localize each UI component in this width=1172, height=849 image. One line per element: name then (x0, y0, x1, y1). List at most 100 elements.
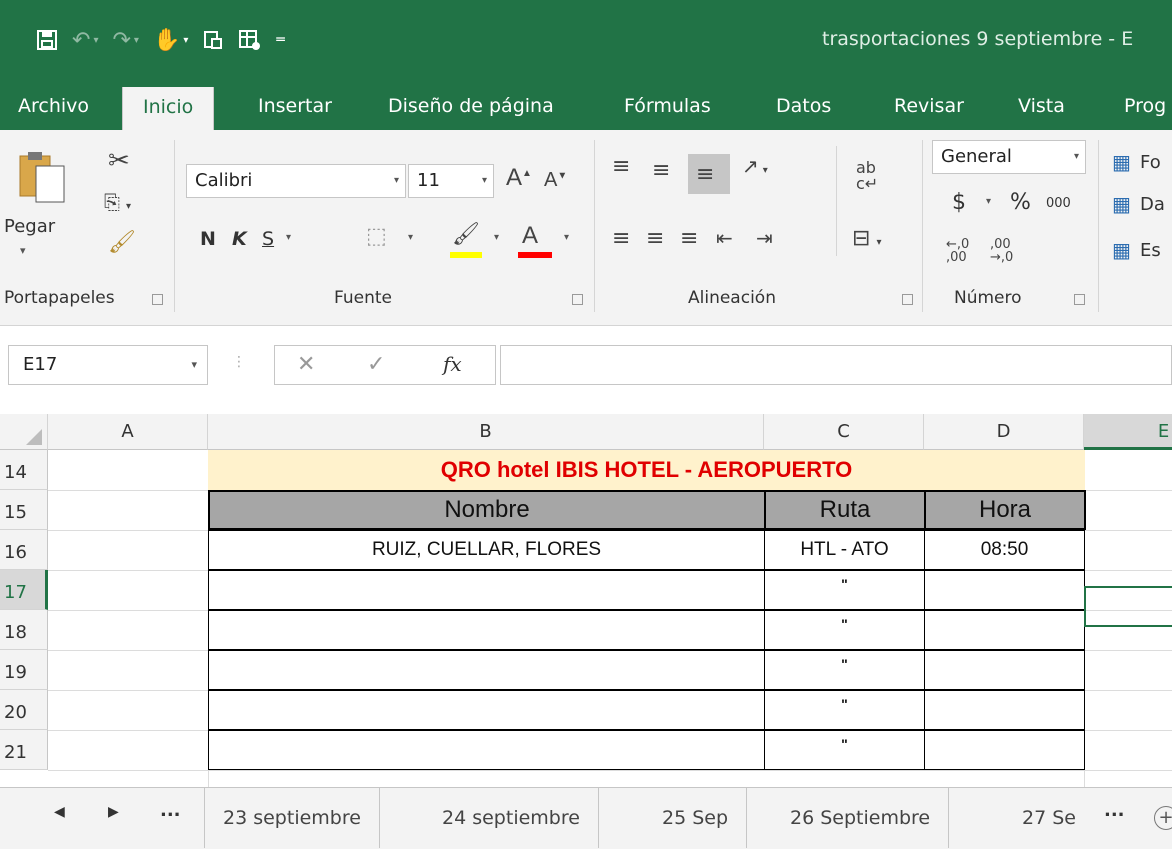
tab-vista[interactable]: Vista (1018, 84, 1065, 130)
cut-icon[interactable]: ✂ (108, 148, 130, 174)
tab-insertar[interactable]: Insertar (258, 84, 332, 130)
decrease-decimal-icon[interactable]: ,00 →,0 (990, 238, 1013, 264)
cell-d20[interactable] (924, 690, 1085, 730)
more-sheets-right[interactable]: ... (1104, 800, 1125, 821)
scroll-right-icon[interactable]: ▶ (108, 804, 119, 820)
column-header-c[interactable]: C (764, 414, 924, 450)
copy-icon[interactable]: ⎘ ▾ (104, 192, 131, 212)
undo-icon[interactable]: ↶ ▾ (72, 28, 98, 53)
align-middle-icon[interactable]: ≡ (652, 160, 670, 182)
sheet-tab-24-septiembre[interactable]: 24 septiembre (424, 788, 599, 848)
cell-c20[interactable]: " (764, 690, 925, 730)
scroll-left-icon[interactable]: ◀ (54, 804, 65, 820)
align-top-icon[interactable]: ≡ (612, 156, 630, 178)
row-header-15[interactable]: 15 (0, 490, 48, 530)
wrap-text-icon[interactable]: ab c↵ (856, 160, 878, 192)
touch-mode-icon[interactable]: ✋ ▾ (153, 28, 188, 53)
chevron-down-icon[interactable]: ▾ (286, 232, 291, 243)
row-header-18[interactable]: 18 (0, 610, 48, 650)
tab-diseno-de-pagina[interactable]: Diseño de página (388, 84, 554, 130)
more-sheets-left[interactable]: ... (160, 800, 181, 821)
orientation-icon[interactable]: ↗ ▾ (742, 156, 768, 176)
custom-icon[interactable] (238, 29, 262, 51)
bold-button[interactable]: N (200, 228, 216, 250)
grow-font-icon[interactable]: A▲ (506, 166, 532, 190)
cell-b21[interactable] (208, 730, 765, 770)
name-box[interactable]: E17 ▾ (8, 345, 208, 385)
increase-decimal-icon[interactable]: ←,0,00 (946, 238, 969, 264)
print-preview-icon[interactable] (202, 29, 224, 51)
tab-inicio[interactable]: Inicio (122, 87, 215, 130)
font-name-combo[interactable]: Calibri ▾ (186, 164, 406, 198)
tab-programador[interactable]: Prog (1124, 84, 1166, 130)
cell-c17[interactable]: " (764, 570, 925, 610)
tab-datos[interactable]: Datos (776, 84, 831, 130)
cell-d18[interactable] (924, 610, 1085, 650)
chevron-down-icon[interactable]: ▾ (986, 196, 991, 207)
sheet-tab-23-septiembre[interactable]: 23 septiembre (204, 788, 380, 848)
cell-b16[interactable]: RUIZ, CUELLAR, FLORES (208, 530, 765, 570)
borders-icon[interactable]: ⬚ (366, 226, 387, 248)
header-cell-ruta[interactable]: Ruta (764, 490, 926, 530)
align-right-icon[interactable]: ≡ (680, 228, 698, 250)
tab-revisar[interactable]: Revisar (894, 84, 964, 130)
cell-styles-label[interactable]: Es (1140, 240, 1161, 261)
redo-icon[interactable]: ↷ ▾ (112, 28, 138, 53)
row-header-20[interactable]: 20 (0, 690, 48, 730)
sheet-tab-25-sep[interactable]: 25 Sep (644, 788, 748, 848)
decrease-indent-icon[interactable]: ⇤ (716, 228, 733, 248)
save-icon[interactable] (36, 29, 58, 51)
row-header-19[interactable]: 19 (0, 650, 48, 690)
font-launcher-icon[interactable] (572, 294, 583, 305)
row-header-16[interactable]: 16 (0, 530, 48, 570)
cell-d21[interactable] (924, 730, 1085, 770)
row-header-17[interactable]: 17 (0, 570, 48, 610)
cell-b18[interactable] (208, 610, 765, 650)
cancel-icon[interactable]: ✕ (297, 352, 315, 377)
column-header-e[interactable]: E (1084, 414, 1172, 450)
tab-formulas[interactable]: Fórmulas (624, 84, 711, 130)
align-left-icon[interactable]: ≡ (612, 228, 630, 250)
sheet-title-cell[interactable]: QRO hotel IBIS HOTEL - AEROPUERTO (208, 450, 1085, 490)
cell-c16[interactable]: HTL - ATO (764, 530, 925, 570)
sheet-tab-27-se[interactable]: 27 Se (1004, 788, 1076, 848)
increase-indent-icon[interactable]: ⇥ (756, 228, 773, 248)
column-header-a[interactable]: A (48, 414, 208, 450)
column-header-b[interactable]: B (208, 414, 764, 450)
format-table-label[interactable]: Da (1140, 194, 1165, 215)
align-center-icon[interactable]: ≡ (646, 228, 664, 250)
tab-archivo[interactable]: Archivo (18, 84, 89, 130)
underline-button[interactable]: S (262, 228, 274, 250)
select-all-button[interactable] (0, 414, 48, 450)
merge-center-icon[interactable]: ⊟ ▾ (852, 228, 881, 250)
row-header-21[interactable]: 21 (0, 730, 48, 770)
enter-icon[interactable]: ✓ (367, 352, 385, 377)
format-table-icon[interactable]: ▦ (1112, 194, 1131, 214)
cell-d17[interactable] (924, 570, 1085, 610)
cell-b17[interactable] (208, 570, 765, 610)
add-sheet-button[interactable]: + (1154, 806, 1172, 830)
italic-button[interactable]: K (232, 228, 247, 250)
font-color-icon[interactable]: A (522, 224, 538, 248)
cell-styles-icon[interactable]: ▦ (1112, 240, 1131, 260)
chevron-down-icon[interactable]: ▾ (408, 232, 413, 243)
cell-b20[interactable] (208, 690, 765, 730)
cell-c21[interactable]: " (764, 730, 925, 770)
paste-button[interactable]: Pegar ▾ (4, 130, 84, 270)
cell-d19[interactable] (924, 650, 1085, 690)
format-painter-icon[interactable]: 🖌 (108, 232, 136, 254)
insert-function-button[interactable]: fx (443, 352, 462, 376)
active-cell-e17[interactable] (1084, 586, 1172, 627)
customize-qat-icon[interactable]: ═ (276, 32, 284, 48)
chevron-down-icon[interactable]: ▾ (564, 232, 569, 243)
header-cell-hora[interactable]: Hora (924, 490, 1086, 530)
formula-input[interactable] (500, 345, 1172, 385)
font-size-combo[interactable]: 11 ▾ (408, 164, 494, 198)
conditional-format-icon[interactable]: ▦ (1112, 152, 1131, 172)
number-launcher-icon[interactable] (1074, 294, 1085, 305)
chevron-down-icon[interactable]: ▾ (494, 232, 499, 243)
thousands-button[interactable]: 000 (1046, 196, 1071, 211)
number-format-combo[interactable]: General ▾ (932, 140, 1086, 174)
cell-c18[interactable]: " (764, 610, 925, 650)
alignment-launcher-icon[interactable] (902, 294, 913, 305)
